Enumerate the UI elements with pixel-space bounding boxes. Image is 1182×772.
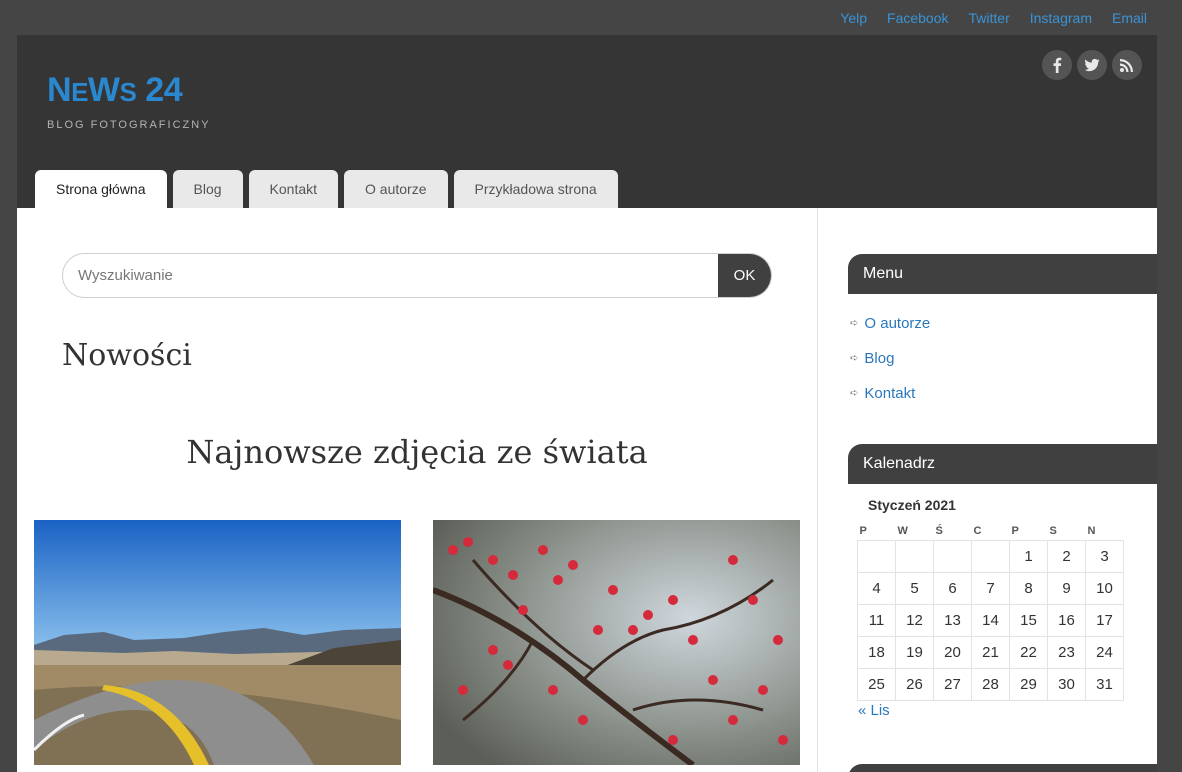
calendar-day: 1 — [1009, 539, 1048, 573]
calendar-week-row: 18 19 20 21 22 23 24 — [857, 635, 1124, 669]
calendar-day: 13 — [933, 603, 972, 637]
arrow-bullet-icon: ➪ — [850, 318, 859, 329]
weekday-header: P — [859, 524, 867, 537]
search-form: OK — [62, 253, 772, 298]
twitter-icon[interactable] — [1077, 50, 1107, 80]
sidebar-link-contact[interactable]: Kontakt — [864, 385, 915, 402]
weekday-header: Ś — [935, 524, 943, 537]
site-tagline: BLOG FOTOGRAFICZNY — [47, 119, 211, 131]
calendar-day: 9 — [1047, 571, 1086, 605]
calendar-day: 7 — [971, 571, 1010, 605]
calendar-day: 18 — [857, 635, 896, 669]
calendar-day: 17 — [1085, 603, 1124, 637]
site-logo[interactable]: NEWS 24 — [47, 71, 183, 110]
calendar-day: 26 — [895, 667, 934, 701]
calendar-day: 5 — [895, 571, 934, 605]
calendar-day — [857, 539, 896, 573]
tab-sample-page[interactable]: Przykładowa strona — [453, 170, 618, 208]
calendar-day: 15 — [1009, 603, 1048, 637]
calendar-day: 3 — [1085, 539, 1124, 573]
sidebar-menu: ➪ O autorze ➪ Blog ➪ Kontakt — [850, 306, 930, 411]
weekday-header: P — [1011, 524, 1019, 537]
sidebar-link-about[interactable]: O autorze — [864, 315, 930, 332]
sidebar: Menu ➪ O autorze ➪ Blog ➪ Kontakt Kalenadrz… — [818, 208, 1157, 772]
weekday-header: C — [973, 524, 982, 537]
top-link-yelp[interactable]: Yelp — [840, 10, 867, 26]
calendar-day: 10 — [1085, 571, 1124, 605]
calendar-day: 19 — [895, 635, 934, 669]
calendar-week-row: 123 — [857, 539, 1124, 573]
calendar-day: 22 — [1009, 635, 1048, 669]
calendar-day — [971, 539, 1010, 573]
calendar-day: 8 — [1009, 571, 1048, 605]
calendar-day: 21 — [971, 635, 1010, 669]
calendar-table: P W Ś C P S N 1 2 3 4 5 6 7 8 9 10 11 12 13 14 15 16 17 1… — [857, 522, 1124, 701]
site-header: NEWS 24 BLOG FOTOGRAFICZNY Strona główna… — [17, 35, 1157, 208]
calendar-prev-month-link[interactable]: « Lis — [858, 702, 890, 719]
calendar-day: 4 — [857, 571, 896, 605]
weekday-header: W — [897, 524, 908, 537]
page-title: Nowości — [62, 338, 192, 373]
logo-letter: W — [87, 71, 120, 109]
calendar-body: 1 2 3 4 5 6 7 8 9 10 11 12 13 14 15 16 17 18 19 20 21 22 23 24 2… — [857, 539, 1124, 701]
calendar-week-row: 4 5 6 7 8 9 10 — [857, 571, 1124, 605]
calendar-day: 24 — [1085, 635, 1124, 669]
facebook-icon[interactable] — [1042, 50, 1072, 80]
top-links: Yelp Facebook Twitter Instagram Email — [820, 0, 1147, 35]
arrow-bullet-icon: ➪ — [850, 353, 859, 364]
page-gutter — [1157, 35, 1182, 772]
calendar-day: 14 — [971, 603, 1010, 637]
calendar-day: 23 — [1047, 635, 1086, 669]
sidebar-item-blog: ➪ Blog — [850, 341, 930, 376]
photo-red-berries[interactable] — [433, 520, 800, 765]
calendar-week-row: 11 12 13 14 15 16 17 — [857, 603, 1124, 637]
top-link-instagram[interactable]: Instagram — [1030, 10, 1092, 26]
logo-letter: N — [47, 71, 72, 109]
logo-letter: S — [119, 77, 137, 107]
calendar-day: 30 — [1047, 667, 1086, 701]
calendar-week-row: 25 26 27 28 29 30 31 — [857, 667, 1124, 701]
top-link-facebook[interactable]: Facebook — [887, 10, 948, 26]
weekday-header: N — [1087, 524, 1096, 537]
search-input[interactable] — [63, 254, 718, 297]
calendar-day: 2 — [1047, 539, 1086, 573]
calendar-widget-title: Kalenadrz — [848, 444, 1157, 484]
calendar-day: 16 — [1047, 603, 1086, 637]
tab-blog[interactable]: Blog — [172, 170, 243, 208]
calendar-day: 28 — [971, 667, 1010, 701]
top-link-twitter[interactable]: Twitter — [969, 10, 1010, 26]
sidebar-item-contact: ➪ Kontakt — [850, 376, 930, 411]
next-widget-title — [848, 764, 1157, 772]
tab-about[interactable]: O autorze — [344, 170, 448, 208]
sidebar-link-blog[interactable]: Blog — [864, 350, 894, 367]
calendar-day — [895, 539, 934, 573]
main-content: OK Nowości Najnowsze zdjęcia ze świata — [17, 208, 817, 772]
tab-contact[interactable]: Kontakt — [248, 170, 339, 208]
sidebar-item-about: ➪ O autorze — [850, 306, 930, 341]
menu-widget-title: Menu — [848, 254, 1157, 294]
calendar-day: 31 — [1085, 667, 1124, 701]
calendar-day: 11 — [857, 603, 896, 637]
rss-icon[interactable] — [1112, 50, 1142, 80]
tab-home[interactable]: Strona główna — [35, 170, 167, 208]
social-icons — [1042, 50, 1142, 80]
logo-letter: E — [71, 77, 88, 107]
calendar-day: 12 — [895, 603, 934, 637]
calendar-caption: Styczeń 2021 — [868, 497, 956, 513]
calendar-day — [933, 539, 972, 573]
calendar-day: 6 — [933, 571, 972, 605]
calendar-day: 25 — [857, 667, 896, 701]
photo-road-landscape[interactable] — [34, 520, 401, 765]
search-submit-button[interactable]: OK — [718, 254, 771, 297]
calendar-day: 27 — [933, 667, 972, 701]
main-nav: Strona główna Blog Kontakt O autorze Prz… — [35, 170, 618, 208]
arrow-bullet-icon: ➪ — [850, 388, 859, 399]
calendar-day: 20 — [933, 635, 972, 669]
section-title: Najnowsze zdjęcia ze świata — [186, 433, 648, 471]
top-link-email[interactable]: Email — [1112, 10, 1147, 26]
logo-number: 24 — [145, 71, 183, 109]
weekday-header: S — [1049, 524, 1057, 537]
calendar-day: 29 — [1009, 667, 1048, 701]
